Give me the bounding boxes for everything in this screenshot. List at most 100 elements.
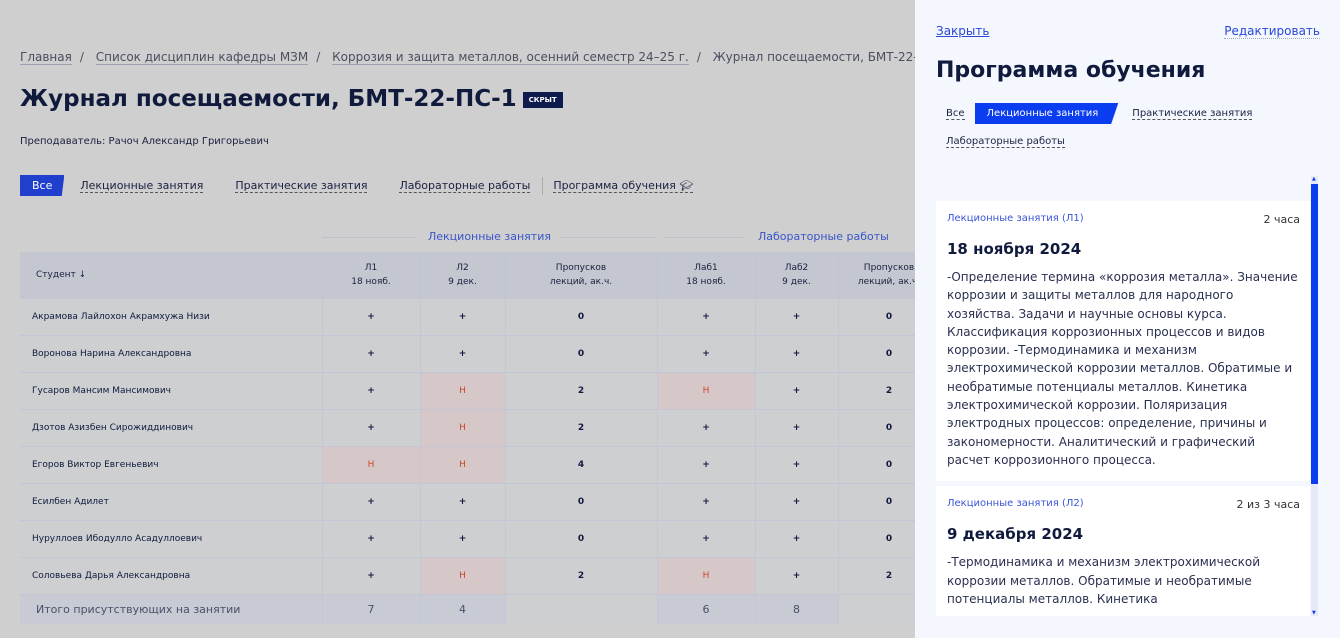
tab-practice[interactable]: Практические занятия — [235, 179, 368, 193]
group-lectures: Лекционные занятия — [428, 230, 551, 243]
attendance-cell[interactable]: + — [755, 519, 839, 557]
teacher: Преподаватель: Рачоч Александр Григорьев… — [20, 136, 269, 147]
total-cell: 7 — [322, 593, 421, 624]
attendance-cell[interactable]: + — [657, 408, 756, 446]
attendance-cell[interactable]: + — [657, 519, 756, 557]
attendance-cell[interactable]: + — [420, 297, 506, 335]
scrollbar[interactable]: ▲ ▼ — [1311, 176, 1318, 616]
col-l1: Л1 18 нояб. — [322, 252, 421, 298]
attendance-cell[interactable]: + — [657, 482, 756, 520]
attendance-cell[interactable]: 2 — [505, 556, 658, 594]
card-date: 9 декабря 2024 — [947, 525, 1084, 544]
hidden-badge: СКРЫТ — [522, 91, 563, 108]
attendance-cell[interactable]: + — [657, 334, 756, 372]
total-cell — [505, 593, 658, 624]
card-text: -Определение термина «коррозия металла».… — [947, 270, 1298, 467]
attendance-cell[interactable]: Н — [420, 371, 506, 409]
attendance-cell[interactable]: 0 — [505, 334, 658, 372]
attendance-cell[interactable]: + — [322, 556, 421, 594]
attendance-cell[interactable]: + — [322, 371, 421, 409]
total-cell: 6 — [657, 593, 756, 624]
scroll-up-icon[interactable]: ▲ — [1312, 176, 1316, 182]
table-row: Воронова Нарина Александровна + +0 + +0 — [20, 334, 915, 372]
student-name: Воронова Нарина Александровна — [20, 334, 323, 372]
col-lab1: Лаб1 18 нояб. — [657, 252, 756, 298]
breadcrumb-course[interactable]: Коррозия и защита металлов, осенний семе… — [332, 50, 689, 65]
tab-all[interactable]: Все — [20, 175, 65, 196]
attendance-cell[interactable]: + — [420, 482, 506, 520]
close-link[interactable]: Закрыть — [936, 24, 989, 38]
panel-tab-practice[interactable]: Практические занятия — [1132, 108, 1253, 120]
panel-tab-lectures[interactable]: Лекционные занятия — [974, 103, 1119, 124]
total-cell: 4 — [420, 593, 506, 624]
program-list[interactable]: Лекционные занятия (Л1) 2 часа 18 ноября … — [936, 176, 1318, 616]
total-cell: 8 — [755, 593, 839, 624]
scrollbar-thumb[interactable] — [1311, 184, 1318, 484]
attendance-cell[interactable]: Н — [322, 445, 421, 483]
attendance-cell[interactable]: 0 — [838, 519, 915, 557]
attendance-cell[interactable]: + — [755, 408, 839, 446]
attendance-cell[interactable]: + — [755, 334, 839, 372]
table-row: Акрамова Лайлохон Акрамхужа Низи + +0 + +0 — [20, 297, 915, 335]
panel-title: Программа обучения — [936, 58, 1206, 83]
panel-tab-all[interactable]: Все — [946, 108, 965, 120]
attendance-cell[interactable]: + — [322, 519, 421, 557]
attendance-cell[interactable]: 0 — [838, 408, 915, 446]
attendance-cell[interactable]: 2 — [505, 371, 658, 409]
attendance-cell[interactable]: 0 — [505, 297, 658, 335]
program-card: Лекционные занятия (Л1) 2 часа 18 ноября … — [936, 201, 1310, 482]
attendance-cell[interactable]: 0 — [838, 297, 915, 335]
card-hours: 2 часа — [1263, 213, 1300, 226]
student-name: Нуруллоев Ибодулло Асадуллоевич — [20, 519, 323, 557]
attendance-cell[interactable]: Н — [657, 556, 756, 594]
attendance-cell[interactable]: + — [322, 408, 421, 446]
tab-labs[interactable]: Лабораторные работы — [399, 179, 531, 193]
group-labs: Лабораторные работы — [758, 230, 889, 243]
col-student[interactable]: Студент ↓ — [20, 252, 323, 298]
tab-program[interactable]: Программа обучения 🎓︎ — [553, 179, 694, 193]
attendance-cell[interactable]: 0 — [838, 482, 915, 520]
attendance-cell[interactable]: 0 — [838, 334, 915, 372]
attendance-cell[interactable]: Н — [420, 408, 506, 446]
card-date: 18 ноября 2024 — [947, 240, 1082, 258]
attendance-cell[interactable]: Н — [420, 556, 506, 594]
attendance-cell[interactable]: 2 — [838, 371, 915, 409]
attendance-cell[interactable]: + — [657, 297, 756, 335]
student-name: Дзотов Азизбен Сирожиддинович — [20, 408, 323, 446]
attendance-cell[interactable]: + — [755, 482, 839, 520]
attendance-cell[interactable]: 0 — [838, 445, 915, 483]
attendance-cell[interactable]: 2 — [505, 408, 658, 446]
divider — [665, 237, 745, 238]
tab-lectures[interactable]: Лекционные занятия — [80, 179, 204, 193]
attendance-cell[interactable]: + — [420, 519, 506, 557]
attendance-cell[interactable]: 4 — [505, 445, 658, 483]
table-row: Дзотов Азизбен Сирожиддинович + Н 2 + +0 — [20, 408, 915, 446]
attendance-cell[interactable]: + — [322, 482, 421, 520]
program-card: Лекционные занятия (Л2) 2 из 3 часа 9 дек… — [936, 486, 1310, 616]
panel-tab-labs[interactable]: Лабораторные работы — [946, 136, 1065, 148]
breadcrumb-current: Журнал посещаемости, БМТ-22-ПС-1 — [712, 50, 915, 64]
attendance-cell[interactable]: 0 — [505, 482, 658, 520]
breadcrumb-home[interactable]: Главная — [20, 50, 72, 65]
attendance-cell[interactable]: + — [755, 556, 839, 594]
filter-tabs: Все Лекционные занятия Практические заня… — [20, 175, 725, 196]
attendance-cell[interactable]: + — [420, 334, 506, 372]
student-name: Соловьева Дарья Александровна — [20, 556, 323, 594]
attendance-cell[interactable]: + — [755, 371, 839, 409]
card-kind: Лекционные занятия (Л1) — [947, 213, 1084, 224]
attendance-cell[interactable]: 2 — [838, 556, 915, 594]
table-row: Соловьева Дарья Александровна + Н 2 Н +2 — [20, 556, 915, 594]
attendance-cell[interactable]: + — [657, 445, 756, 483]
edit-link[interactable]: Редактировать — [1224, 24, 1320, 39]
program-panel: Закрыть Редактировать Программа обучения… — [915, 0, 1340, 638]
attendance-cell[interactable]: + — [322, 334, 421, 372]
attendance-cell[interactable]: + — [755, 297, 839, 335]
attendance-cell[interactable]: 0 — [505, 519, 658, 557]
attendance-cell[interactable]: + — [755, 445, 839, 483]
breadcrumb-disciplines[interactable]: Список дисциплин кафедры МЗМ — [95, 50, 309, 65]
attendance-cell[interactable]: Н — [420, 445, 506, 483]
attendance-cell[interactable]: + — [322, 297, 421, 335]
scroll-down-icon[interactable]: ▼ — [1312, 610, 1316, 616]
attendance-cell[interactable]: Н — [657, 371, 756, 409]
card-hours: 2 из 3 часа — [1236, 498, 1300, 512]
